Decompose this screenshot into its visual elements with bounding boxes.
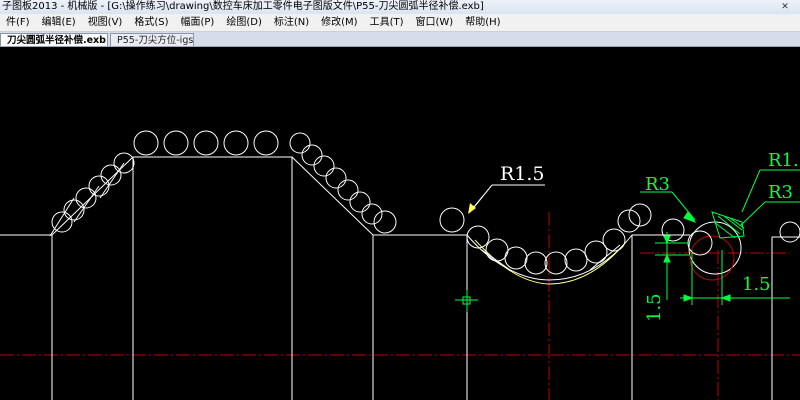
- tool-circle: [223, 130, 249, 156]
- menu-format[interactable]: 格式(S): [128, 14, 174, 31]
- dim-arrow-up: [663, 235, 671, 245]
- tab-tool-nose-compensation[interactable]: 刀尖圆弧半径补偿.exb ×: [0, 33, 119, 46]
- menu-window[interactable]: 窗口(W): [410, 14, 460, 31]
- menu-edit[interactable]: 编辑(E): [36, 14, 82, 31]
- crosshair-cursor: [455, 290, 478, 312]
- tool-circle: [349, 191, 371, 213]
- center-lines: [0, 212, 800, 400]
- cad-application: 子图板2013 - 机械版 - [G:\操作练习\drawing\数控车床加工零…: [0, 0, 800, 400]
- label-r3-left: R3: [645, 174, 670, 195]
- tool-circle: [466, 225, 490, 249]
- tool-circle: [193, 130, 219, 156]
- hatch-line: [717, 215, 741, 235]
- label-dim-horizontal: 1.5: [742, 274, 771, 295]
- tangent-line: [589, 244, 621, 271]
- tool-nose-detail: [687, 211, 745, 281]
- r1-5-left-leader: [468, 184, 545, 214]
- label-r1-5-right: R1.5: [768, 150, 800, 171]
- tool-circle: [779, 221, 800, 243]
- tool-circle: [361, 203, 383, 225]
- r1-5-arrow: [468, 203, 476, 214]
- menu-tools[interactable]: 工具(T): [364, 14, 410, 31]
- title-bar[interactable]: 子图板2013 - 机械版 - [G:\操作练习\drawing\数控车床加工零…: [0, 0, 800, 14]
- label-dim-vertical: 1.5: [644, 293, 665, 322]
- tool-circle: [544, 251, 568, 275]
- tool-circle: [313, 155, 335, 177]
- close-window-button[interactable]: ✕: [770, 0, 800, 14]
- menu-dimension[interactable]: 标注(N): [268, 14, 315, 31]
- menu-draw[interactable]: 绘图(D): [220, 14, 268, 31]
- detail-circle-large: [688, 221, 742, 275]
- tool-circle: [325, 167, 347, 189]
- r1-5-right-leader-diag: [741, 169, 761, 213]
- menu-file[interactable]: 件(F): [0, 14, 36, 31]
- tab-label: P55-刀尖方位-igs: [117, 35, 194, 46]
- menu-bar: 件(F) 编辑(E) 视图(V) 格式(S) 幅面(P) 绘图(D) 标注(N)…: [0, 14, 800, 32]
- tool-circle: [133, 130, 159, 156]
- tool-circle: [504, 246, 528, 270]
- document-tab-bar: 刀尖圆弧半径补偿.exb × P55-刀尖方位-igs: [0, 32, 800, 47]
- dim-arrow-left: [683, 294, 694, 302]
- label-r3-right: R3: [768, 182, 793, 203]
- dim-arrow-right: [720, 294, 731, 302]
- tab-tool-nose-orientation[interactable]: P55-刀尖方位-igs: [110, 33, 194, 46]
- window-title: 子图板2013 - 机械版 - [G:\操作练习\drawing\数控车床加工零…: [2, 1, 484, 12]
- dim-arrow-down: [663, 253, 671, 263]
- tool-circle: [439, 207, 465, 233]
- menu-modify[interactable]: 修改(M): [315, 14, 363, 31]
- menu-sheet[interactable]: 幅面(P): [175, 14, 221, 31]
- tool-circle: [289, 132, 311, 154]
- workpiece-profile: [0, 156, 800, 400]
- close-icon: ✕: [781, 2, 789, 12]
- r3-left-arrow: [683, 211, 697, 224]
- tool-circle: [163, 130, 189, 156]
- tool-circle: [602, 228, 626, 252]
- label-r1-5-left: R1.5: [500, 163, 545, 185]
- tool-circle: [524, 251, 548, 275]
- tool-circle: [337, 179, 359, 201]
- menu-help[interactable]: 帮助(H): [459, 14, 506, 31]
- tool-circle: [564, 248, 588, 272]
- drawing-canvas[interactable]: R1.5 R3 R1.5 R3 1.5 1.5: [0, 47, 800, 400]
- window-controls: ✕: [770, 0, 800, 14]
- profile-left-section: [0, 156, 467, 236]
- tool-circle: [253, 130, 279, 156]
- menu-view[interactable]: 视图(V): [82, 14, 129, 31]
- r3-left-leader-diag: [671, 191, 696, 221]
- r3-right-leader-diag: [739, 201, 766, 227]
- tool-circle: [301, 144, 323, 166]
- tab-label: 刀尖圆弧半径补偿.exb: [7, 35, 106, 46]
